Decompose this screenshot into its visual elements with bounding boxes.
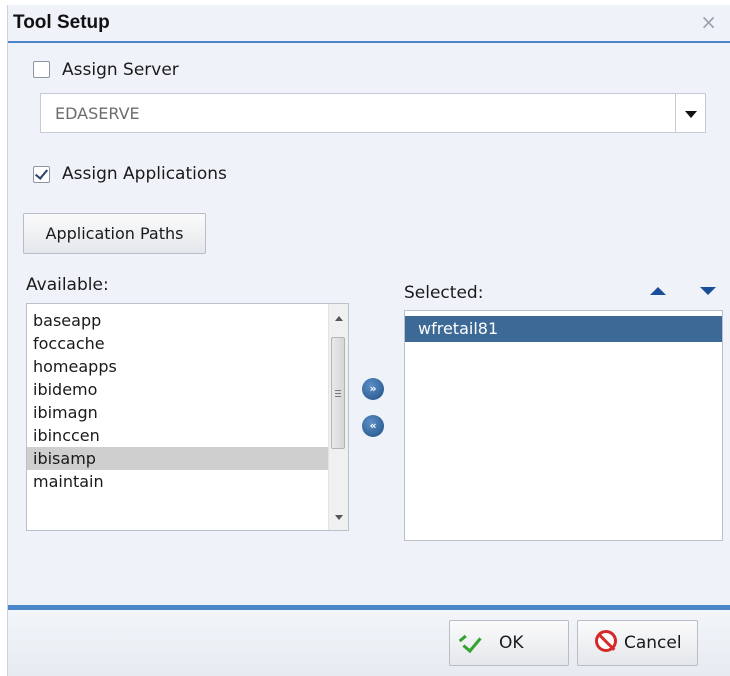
list-item[interactable]: homeapps [27, 355, 328, 378]
list-item[interactable]: ibidemo [27, 378, 328, 401]
list-item-highlighted[interactable]: ibisamp [27, 447, 328, 470]
scroll-thumb[interactable] [331, 337, 345, 449]
grip-icon [335, 390, 341, 397]
selected-label: Selected: [404, 283, 484, 303]
move-down-icon[interactable] [700, 287, 716, 295]
list-item[interactable]: maintain [27, 470, 328, 493]
available-list[interactable]: baseapp foccache homeapps ibidemo ibimag… [26, 303, 349, 531]
assign-server-label: Assign Server [62, 60, 179, 80]
dialog-title: Tool Setup [13, 12, 110, 33]
cancel-button[interactable]: Cancel [577, 620, 698, 666]
dialog-footer: OK Cancel [8, 610, 730, 676]
tool-setup-dialog: Tool Setup × Assign Server EDASERVE Assi… [7, 5, 730, 676]
checkmark-icon [462, 632, 482, 654]
list-item[interactable]: ibimagn [27, 401, 328, 424]
scroll-down-icon[interactable] [335, 515, 343, 520]
available-label: Available: [26, 275, 109, 295]
list-item[interactable]: ibinccen [27, 424, 328, 447]
ok-label: OK [499, 633, 524, 653]
ok-button[interactable]: OK [449, 620, 569, 666]
application-paths-button[interactable]: Application Paths [23, 213, 206, 254]
list-item-selected[interactable]: wfretail81 [405, 316, 722, 342]
cancel-icon [595, 630, 617, 652]
move-up-icon[interactable] [650, 287, 666, 295]
server-select[interactable]: EDASERVE [40, 93, 706, 133]
dialog-titlebar: Tool Setup × [8, 5, 730, 43]
scroll-up-icon[interactable] [335, 316, 343, 321]
cancel-label: Cancel [624, 633, 682, 653]
list-item[interactable]: foccache [27, 332, 328, 355]
server-select-value: EDASERVE [55, 104, 140, 123]
list-item[interactable]: baseapp [27, 309, 328, 332]
add-to-selected-button[interactable]: » [362, 378, 384, 400]
assign-applications-checkbox[interactable] [33, 166, 50, 183]
chevron-down-icon[interactable] [675, 94, 705, 132]
remove-from-selected-button[interactable]: « [362, 415, 384, 437]
selected-list[interactable]: wfretail81 [404, 310, 723, 541]
available-scrollbar[interactable] [328, 304, 348, 530]
assign-applications-label: Assign Applications [62, 164, 227, 184]
close-icon[interactable]: × [700, 12, 717, 32]
assign-server-checkbox[interactable] [33, 61, 50, 78]
